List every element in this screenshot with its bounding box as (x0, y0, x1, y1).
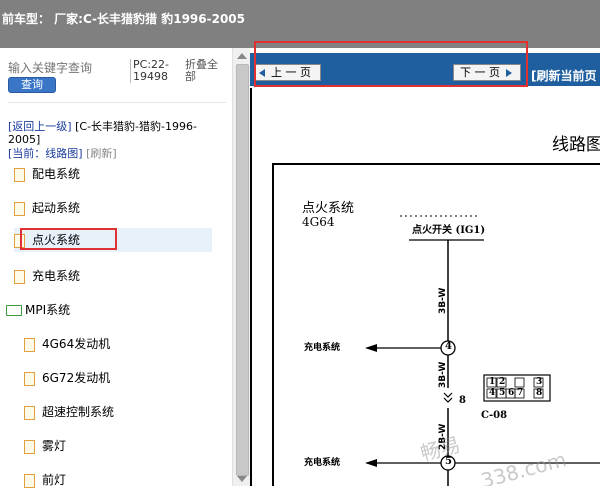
tree-item-label: 超速控制系统 (42, 405, 115, 419)
connector-pin-label: 1 (489, 377, 496, 387)
charge-system-label: 充电系统 (304, 458, 341, 468)
file-icon (24, 473, 35, 488)
arrow-left-icon (365, 344, 377, 352)
vehicle-title: 前车型： 厂家:C-长丰猎豹猎 豹1996-2005 (2, 12, 245, 26)
tree-item-power-distribution[interactable]: 配电系统 (14, 162, 212, 186)
file-icon (24, 371, 35, 386)
wire-code-label: 3B-W (438, 287, 448, 314)
pin-8-label: 8 (459, 395, 466, 406)
file-icon (24, 405, 35, 420)
tree-item-label: 配电系统 (32, 167, 81, 181)
scroll-up-icon[interactable] (237, 53, 247, 59)
scroll-thumb[interactable] (236, 64, 249, 476)
connector-pin-label: 5 (499, 388, 506, 398)
schematic-lines (365, 215, 600, 486)
connector-pin-label: 8 (536, 388, 543, 398)
tree-item-label: MPI系统 (25, 303, 71, 317)
tree-item-label: 4G64发动机 (42, 337, 111, 351)
tree-item-charging[interactable]: 充电系统 (14, 264, 212, 288)
file-icon (14, 167, 25, 182)
chevron-down-icon (443, 392, 453, 398)
charge-system-label: 充电系统 (304, 343, 341, 353)
current-label: [当前：线路图] (8, 147, 83, 160)
nav-highlight-box (254, 41, 528, 87)
breadcrumb: [返回上一级] [C-长丰猎豹-猎豹-1996-2005] (8, 120, 223, 146)
tree-item-label: 雾灯 (42, 439, 67, 453)
left-panel: 查询 PC:22-19498 折叠全部 [返回上一级] [C-长丰猎豹-猎豹-1… (0, 48, 232, 488)
connector-pin-label: 6 (508, 388, 515, 398)
pc-code: PC:22-19498 (130, 59, 177, 83)
tree-item-headlamp[interactable]: 前灯 (24, 468, 212, 492)
chevron-down-icon (443, 397, 453, 403)
arrow-left-icon (365, 459, 377, 467)
pin-4-label: 4 (445, 341, 452, 352)
wire-code-label: 3B-W (438, 361, 448, 388)
refresh-page-link[interactable]: [刷新当前页 (531, 67, 597, 84)
connector-pin-label: 4 (489, 388, 496, 398)
document-viewer: 上 一 页 下 一 页 [刷新当前页 线路图 点火系统 4G64 点火开关 (I… (250, 41, 600, 486)
refresh-link[interactable]: [刷新] (86, 147, 117, 160)
file-icon (24, 439, 35, 454)
tree-item-label: 前灯 (42, 473, 67, 487)
tree-item-fog-lamp[interactable]: 雾灯 (24, 434, 212, 458)
tree-item-label: 充电系统 (32, 269, 81, 283)
tree-item-label: 6G72发动机 (42, 371, 111, 385)
search-button[interactable]: 查询 (8, 77, 56, 93)
tree-item-starting[interactable]: 起动系统 (14, 196, 212, 220)
collapse-all-link[interactable]: 折叠全部 (185, 59, 225, 83)
search-input[interactable] (8, 60, 126, 76)
scroll-down-icon[interactable] (237, 476, 247, 482)
connector-label: C-08 (481, 410, 508, 421)
file-icon (14, 269, 25, 284)
file-icon (14, 201, 25, 216)
selection-highlight (20, 228, 117, 250)
pin-box (514, 377, 525, 388)
file-icon (24, 337, 35, 352)
tree-folder-mpi[interactable]: MPI系统 (6, 298, 204, 322)
tree-item-4g64[interactable]: 4G64发动机 (24, 332, 212, 356)
connector-pin-label: 2 (499, 377, 506, 387)
connector-pin-label: 3 (536, 377, 543, 387)
wiring-diagram: 线路图 点火系统 4G64 点火开关 (IG1) 3B-W 3B-W 2B-W … (250, 88, 600, 486)
back-link[interactable]: [返回上一级] (8, 120, 72, 133)
connector-pins (486, 377, 544, 399)
divider (8, 102, 226, 103)
tree-item-overdrive[interactable]: 超速控制系统 (24, 400, 212, 424)
folder-open-icon (6, 305, 22, 316)
left-scrollbar[interactable] (232, 48, 251, 486)
connector-pin-label: 7 (517, 388, 524, 398)
current-location: [当前：线路图] [刷新] (8, 145, 117, 161)
tree-item-6g72[interactable]: 6G72发动机 (24, 366, 212, 390)
tree-item-label: 起动系统 (32, 201, 81, 215)
